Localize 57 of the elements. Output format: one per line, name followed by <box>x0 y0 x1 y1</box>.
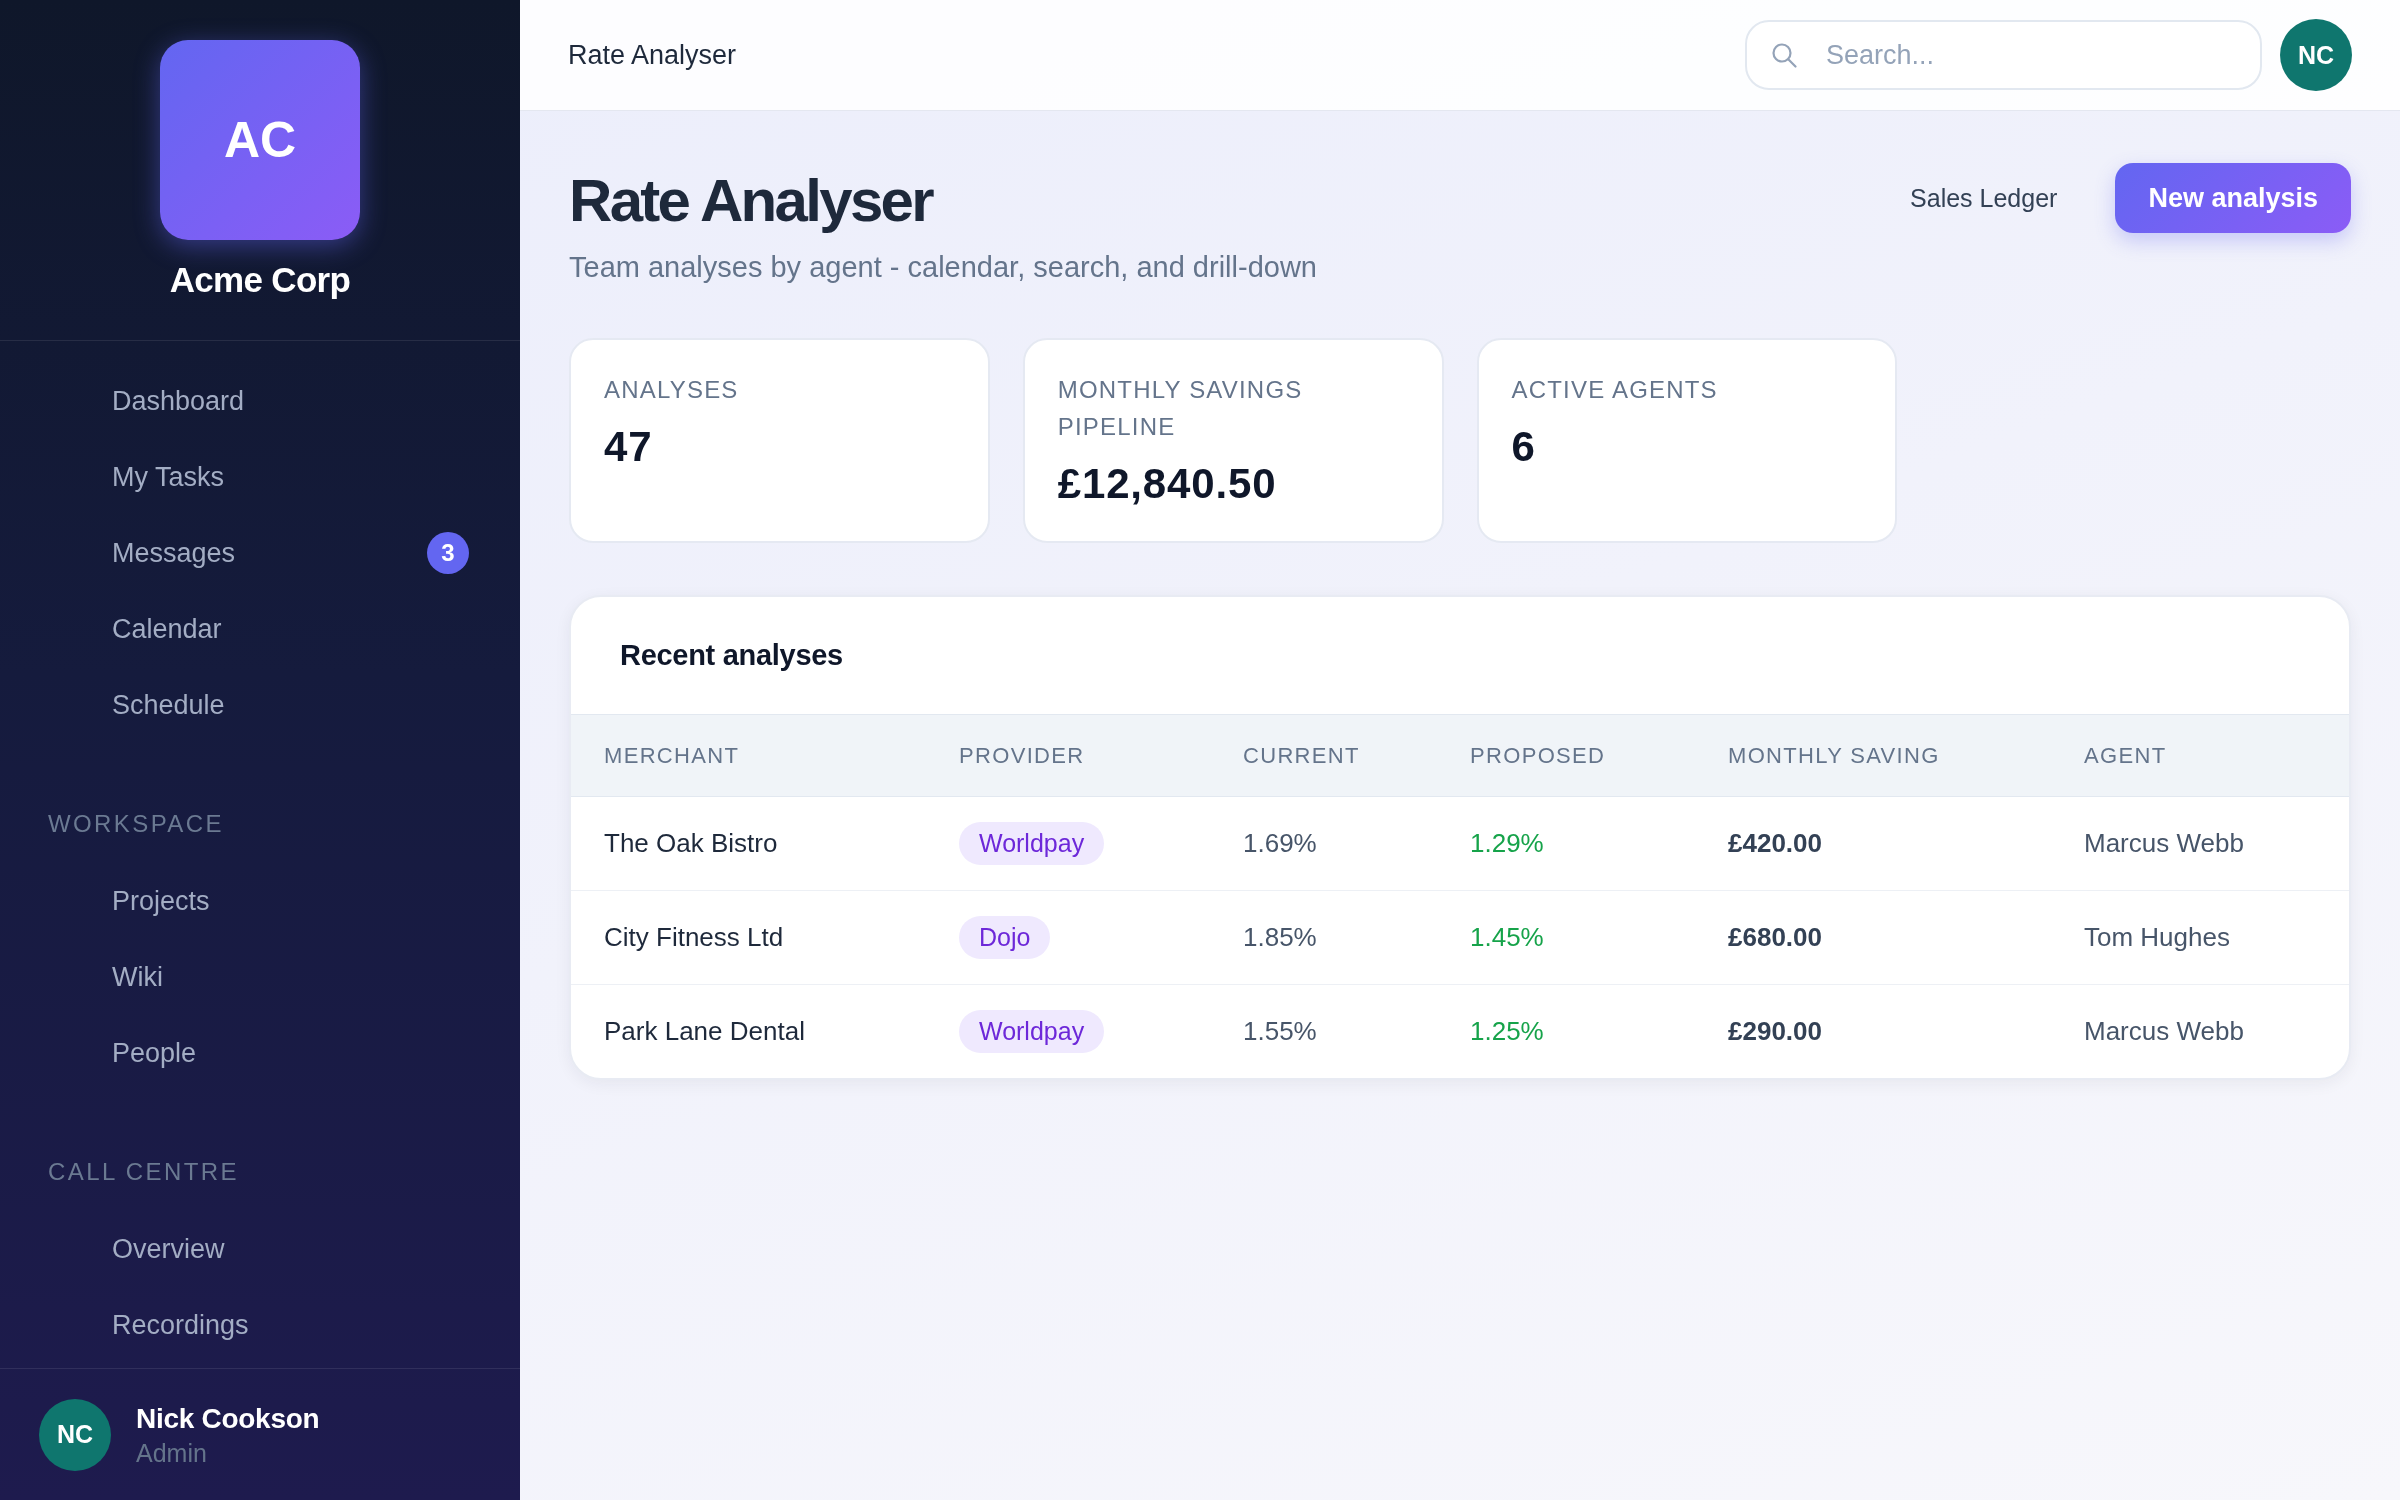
monthly-saving: £420.00 <box>1728 828 1822 858</box>
page-subtitle: Team analyses by agent - calendar, search, and drill-down <box>569 250 1317 285</box>
column-header: PROVIDER <box>959 742 1085 768</box>
provider-tag: Worldpay <box>959 1010 1105 1053</box>
merchant-name: City Fitness Ltd <box>604 922 784 952</box>
column-header: MERCHANT <box>604 742 740 768</box>
stat-value: £12,840.50 <box>1057 459 1277 509</box>
agent-name: Marcus Webb <box>2084 1016 2244 1046</box>
stat-label: ACTIVE AGENTS <box>1511 375 1718 405</box>
merchant-name: The Oak Bistro <box>604 828 778 858</box>
stat-value: 6 <box>1511 422 1536 472</box>
nav-item[interactable]: Dashboard <box>0 363 520 439</box>
proposed-rate: 1.25% <box>1470 1016 1544 1046</box>
user-role: Admin <box>136 1437 207 1469</box>
nav-item[interactable]: Recordings <box>0 1287 520 1363</box>
nav-item[interactable]: Schedule <box>0 667 520 743</box>
nav-item[interactable]: Messages 3 <box>0 515 520 591</box>
provider-tag: Worldpay <box>959 822 1105 865</box>
column-header: CURRENT <box>1243 742 1360 768</box>
proposed-rate: 1.45% <box>1470 922 1544 952</box>
column-header: AGENT <box>2084 742 2167 768</box>
nav-item[interactable]: Overview <box>0 1211 520 1287</box>
new-analysis-button[interactable]: New analysis <box>2115 163 2351 233</box>
table-title: Recent analyses <box>620 639 843 672</box>
company-name: Acme Corp <box>169 262 351 298</box>
merchant-name: Park Lane Dental <box>604 1016 805 1046</box>
stat-value: 47 <box>604 422 653 472</box>
nav-item[interactable]: People <box>0 1015 520 1091</box>
user-name: Nick Cookson <box>136 1401 320 1436</box>
nav-item[interactable]: Projects <box>0 863 520 939</box>
company-logo: AC <box>160 40 360 240</box>
current-rate: 1.55% <box>1243 1016 1317 1046</box>
column-header: MONTHLY SAVING <box>1728 742 1940 768</box>
agent-name: Marcus Webb <box>2084 828 2244 858</box>
monthly-saving: £680.00 <box>1728 922 1822 952</box>
message-count-badge: 3 <box>427 532 469 574</box>
sales-ledger-button[interactable]: Sales Ledger <box>1882 163 2086 233</box>
agent-name: Tom Hughes <box>2084 922 2230 952</box>
proposed-rate: 1.29% <box>1470 828 1544 858</box>
current-rate: 1.85% <box>1243 922 1317 952</box>
column-header: PROPOSED <box>1470 742 1606 768</box>
search-icon <box>1771 42 1797 68</box>
nav-item[interactable]: My Tasks <box>0 439 520 515</box>
search-field[interactable]: Search... <box>1745 20 2262 90</box>
user-avatar: NC <box>39 1398 111 1471</box>
monthly-saving: £290.00 <box>1728 1016 1822 1046</box>
provider-tag: Dojo <box>959 916 1051 959</box>
current-rate: 1.69% <box>1243 828 1317 858</box>
page-breadcrumb: Rate Analyser <box>568 39 737 71</box>
section-heading: CALL CENTRE <box>48 1157 239 1187</box>
stat-label: MONTHLY SAVINGS PIPELINE <box>1057 375 1304 442</box>
page-title: Rate Analyser <box>569 166 932 236</box>
nav-item[interactable]: Calendar <box>0 591 520 667</box>
user-avatar[interactable]: NC <box>2280 19 2352 91</box>
section-heading: WORKSPACE <box>48 809 224 839</box>
stat-label: ANALYSES <box>604 375 739 405</box>
nav-item[interactable]: Wiki <box>0 939 520 1015</box>
